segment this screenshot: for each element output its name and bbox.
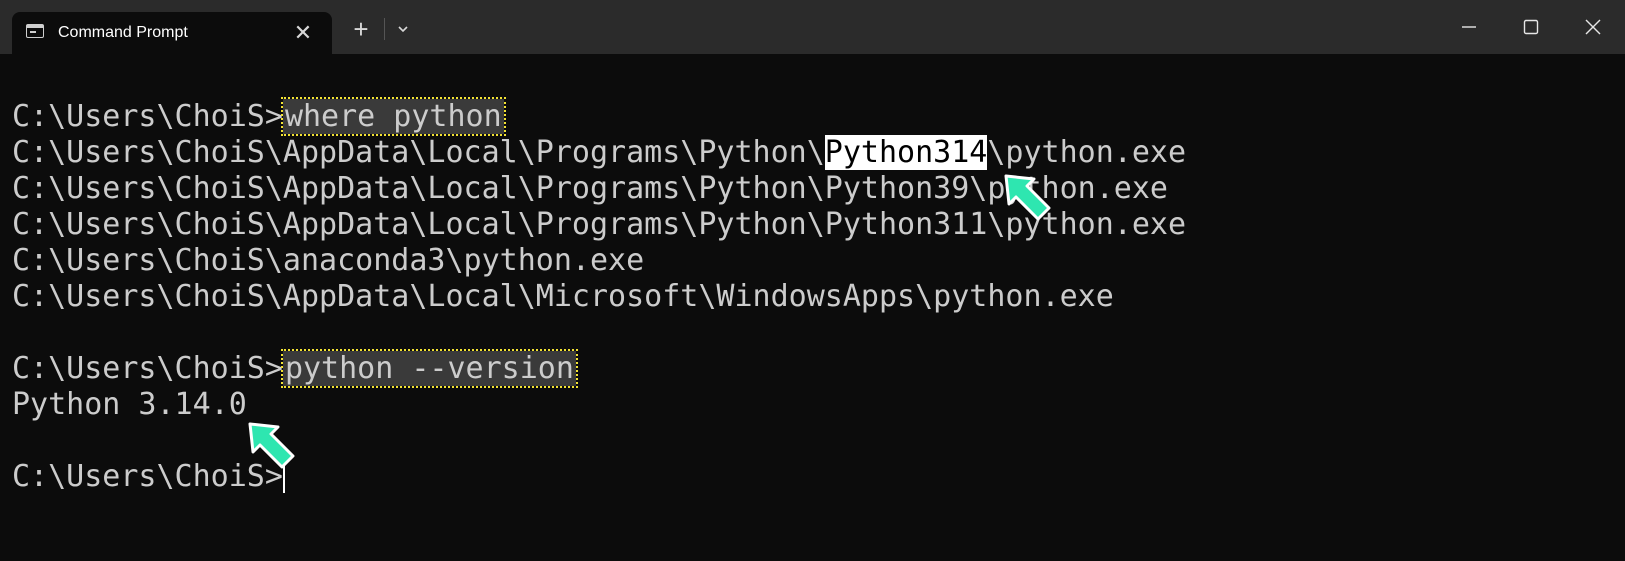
prompt: C:\Users\ChoiS> (12, 459, 283, 494)
maximize-button[interactable] (1500, 0, 1562, 54)
new-tab-button[interactable]: + (346, 14, 376, 44)
result-line: C:\Users\ChoiS\AppData\Local\Programs\Py… (12, 171, 1168, 206)
minimize-button[interactable] (1438, 0, 1500, 54)
result-line: C:\Users\ChoiS\AppData\Local\Programs\Py… (12, 135, 1186, 171)
terminal-output[interactable]: C:\Users\ChoiS>where python C:\Users\Cho… (12, 54, 1612, 554)
annotation-arrow-icon (1004, 174, 1051, 221)
close-icon (1585, 19, 1601, 35)
annotation-arrow-icon (248, 422, 295, 469)
version-output: Python 3.14.0 (12, 387, 247, 422)
result-path-prefix: C:\Users\ChoiS\AppData\Local\Programs\Py… (12, 135, 825, 170)
tab-dropdown-button[interactable] (390, 16, 416, 42)
close-window-button[interactable] (1562, 0, 1624, 54)
prompt: C:\Users\ChoiS> (12, 351, 283, 386)
command-line-where: C:\Users\ChoiS>where python (12, 97, 506, 136)
result-line: C:\Users\ChoiS\AppData\Local\Microsoft\W… (12, 279, 1114, 314)
result-path-suffix: \python.exe (987, 135, 1187, 170)
tab-title: Command Prompt (58, 24, 188, 41)
tab-close-button[interactable]: ✕ (290, 20, 316, 46)
result-line: C:\Users\ChoiS\anaconda3\python.exe (12, 243, 645, 278)
prompt: C:\Users\ChoiS> (12, 99, 283, 134)
command-where-python: where python (280, 97, 506, 136)
highlighted-python314: Python314 (824, 135, 988, 170)
tab-divider (384, 18, 385, 40)
terminal-window: Command Prompt ✕ + C:\Users\ChoiS>where … (0, 0, 1625, 561)
command-line-version: C:\Users\ChoiS>python --version (12, 349, 578, 388)
terminal-icon (26, 24, 44, 38)
maximize-icon (1523, 19, 1539, 35)
tab-command-prompt[interactable]: Command Prompt ✕ (12, 12, 332, 54)
title-bar[interactable]: Command Prompt ✕ + (0, 0, 1625, 54)
command-python-version: python --version (280, 349, 578, 388)
chevron-down-icon (398, 26, 408, 33)
minimize-icon (1462, 26, 1476, 28)
